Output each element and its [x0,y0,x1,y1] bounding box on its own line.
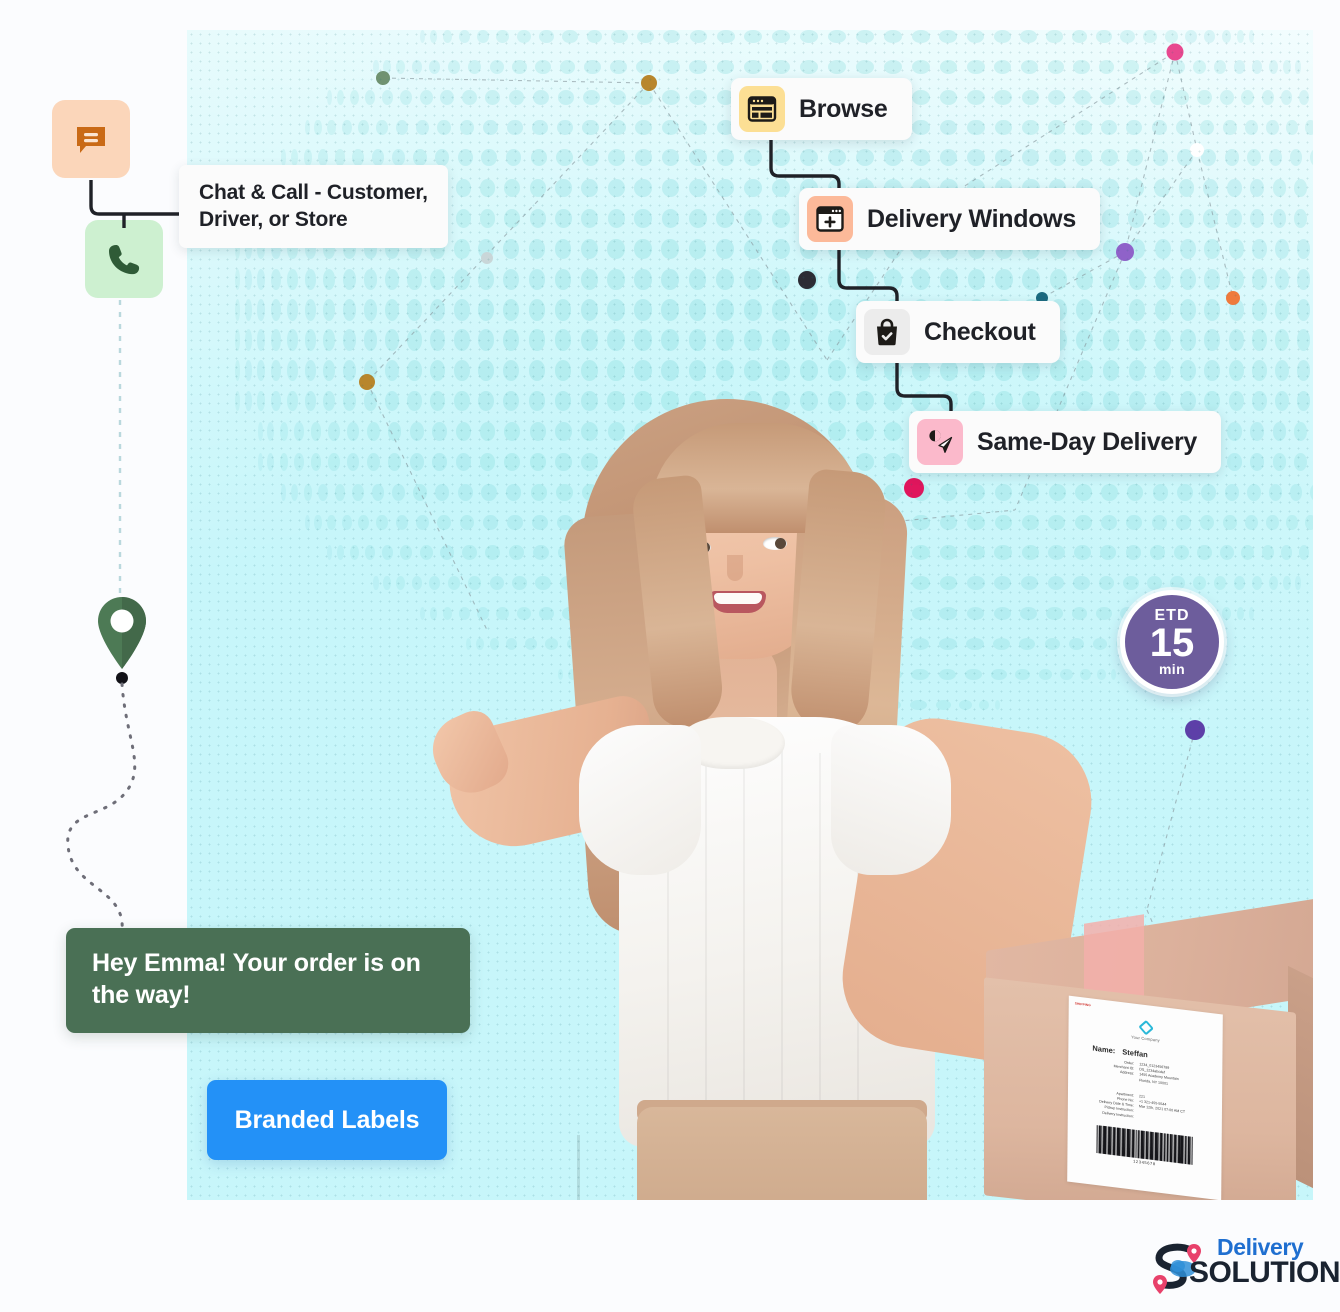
order-notification-banner: Hey Emma! Your order is on the way! [66,928,470,1033]
hero-illustration: SHIPPING Your Company Name: Steffan Orde… [0,0,1340,1312]
branded-labels-button[interactable]: Branded Labels [207,1080,447,1160]
logo-word-solutions: SOLUTIONS [1189,1256,1340,1289]
delivery-route-dotted-path [66,672,137,960]
etd-unit: min [1158,660,1186,677]
delivery-solutions-logo: Delivery SOLUTIONS [1147,1234,1340,1296]
etd-badge: ETD 15 min [1120,590,1224,694]
location-pin-marker [98,597,146,669]
pin-upper-dotted-line [118,300,122,600]
branded-labels-label: Branded Labels [234,1105,420,1134]
etd-value: 15 [1149,621,1195,666]
notification-line2: the way! [92,980,191,1009]
notification-line1: Hey Emma! Your order is on [92,949,421,977]
